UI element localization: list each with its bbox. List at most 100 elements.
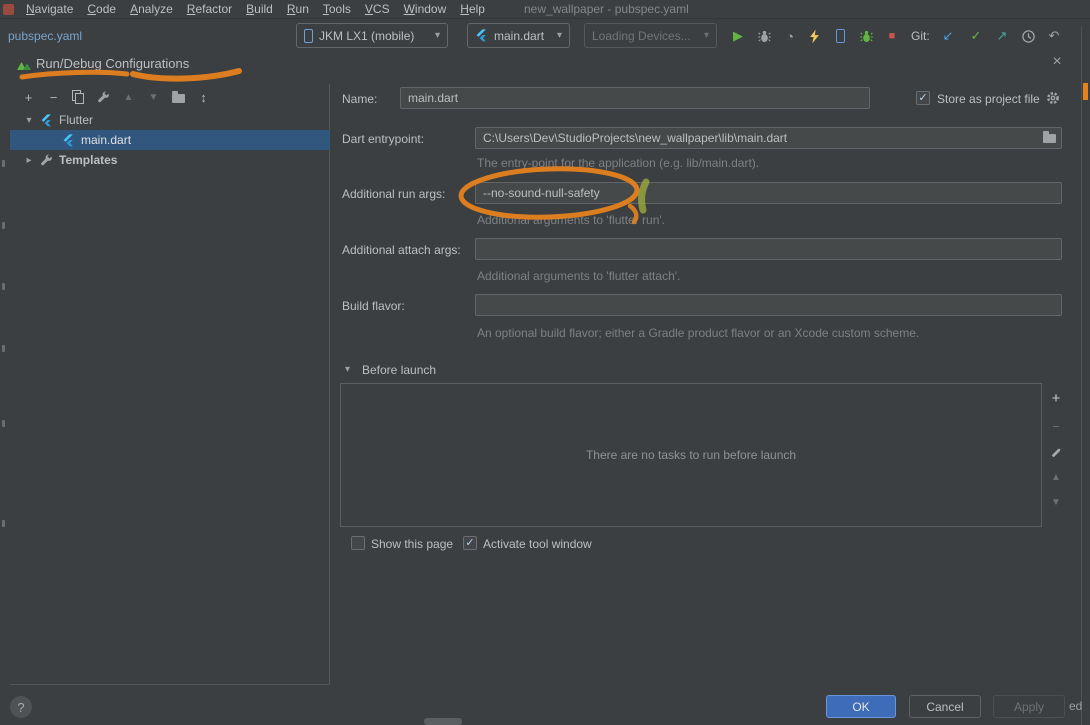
apply-button[interactable]: Apply: [993, 695, 1065, 718]
entrypoint-label: Dart entrypoint:: [342, 132, 425, 146]
run-button[interactable]: ▶: [728, 26, 748, 46]
run-args-label: Additional run args:: [342, 187, 446, 201]
folder-icon: [1042, 130, 1056, 143]
menu-navigate[interactable]: Navigate: [19, 1, 80, 17]
git-commit-button[interactable]: ✓: [966, 26, 986, 46]
menu-help[interactable]: Help: [453, 1, 492, 17]
move-task-up-button[interactable]: ▲: [1047, 468, 1065, 486]
create-folder-button[interactable]: [172, 91, 185, 103]
device-tools-button[interactable]: [830, 26, 850, 46]
menu-run[interactable]: Run: [280, 1, 316, 17]
tree-item-main-dart[interactable]: main.dart: [10, 130, 330, 150]
phone-icon: [835, 29, 845, 43]
tree-item-label: Templates: [59, 153, 118, 167]
edit-task-button[interactable]: [1047, 443, 1065, 461]
run-args-input[interactable]: [475, 182, 1062, 204]
chevron-down-icon: ▾: [703, 30, 709, 41]
devices-selector-value: Loading Devices...: [592, 28, 691, 43]
bug-icon: [757, 30, 771, 42]
menu-code[interactable]: Code: [80, 1, 123, 17]
entrypoint-help: The entry-point for the application (e.g…: [477, 156, 760, 170]
dialog-title: Run/Debug Configurations: [36, 56, 190, 71]
wrench-icon: [41, 153, 52, 165]
menu-vcs[interactable]: VCS: [358, 1, 397, 17]
window-icon: [3, 3, 14, 15]
before-launch-label[interactable]: Before launch: [362, 363, 436, 377]
move-task-down-button[interactable]: ▼: [1047, 493, 1065, 511]
devices-selector[interactable]: Loading Devices... ▾: [584, 23, 717, 48]
before-launch-task-list[interactable]: There are no tasks to run before launch: [340, 383, 1042, 527]
stop-button[interactable]: ■: [882, 26, 902, 46]
menu-refactor[interactable]: Refactor: [180, 1, 239, 17]
browse-folder-button[interactable]: [1041, 130, 1057, 145]
device-selector-value: JKM LX1 (mobile): [319, 28, 415, 43]
chevron-down-icon: ▾: [556, 30, 562, 41]
name-input[interactable]: [400, 87, 870, 109]
chevron-down-icon[interactable]: ▾: [345, 364, 350, 375]
left-tool-stripe-mark: [2, 345, 5, 352]
horizontal-scrollbar-thumb[interactable]: [424, 718, 462, 725]
bug-icon: [859, 30, 873, 42]
move-down-button[interactable]: ▼: [147, 92, 160, 103]
tree-toolbar: + − ▲ ▼ ↕: [22, 88, 210, 106]
run-config-selector[interactable]: main.dart ▾: [467, 23, 570, 48]
build-flavor-input[interactable]: [475, 294, 1062, 316]
breadcrumb[interactable]: pubspec.yaml: [8, 29, 82, 43]
flutter-icon: [476, 29, 486, 42]
menu-window[interactable]: Window: [397, 1, 454, 17]
pencil-icon: [1051, 447, 1061, 457]
flutter-icon: [41, 113, 51, 126]
menu-build[interactable]: Build: [239, 1, 280, 17]
store-as-project-file-checkbox[interactable]: ✓: [916, 91, 930, 105]
activate-tool-window-checkbox[interactable]: ✓: [463, 536, 477, 550]
show-this-page-checkbox[interactable]: [351, 536, 365, 550]
cancel-button[interactable]: Cancel: [909, 695, 981, 718]
git-push-button[interactable]: ↗: [992, 26, 1012, 46]
tree-item-templates[interactable]: ▸ Templates: [10, 150, 330, 170]
menu-tools[interactable]: Tools: [316, 1, 358, 17]
add-configuration-button[interactable]: +: [22, 90, 35, 105]
left-tool-stripe-mark: [2, 283, 5, 290]
profile-button[interactable]: ◔: [780, 26, 800, 46]
attach-debugger-button[interactable]: [856, 26, 876, 46]
edit-templates-button[interactable]: [97, 90, 110, 104]
copy-configuration-button[interactable]: [72, 90, 85, 104]
annotation-underline-2: [130, 68, 242, 82]
annotation-underline-1: [19, 69, 130, 80]
chevron-right-icon: ▸: [26, 154, 32, 166]
ide-window: Navigate Code Analyze Refactor Build Run…: [0, 0, 1090, 725]
add-task-button[interactable]: +: [1047, 389, 1065, 407]
tree-group-flutter[interactable]: ▾ Flutter: [10, 110, 330, 130]
activate-tool-window-label: Activate tool window: [483, 537, 592, 551]
main-toolbar: pubspec.yaml JKM LX1 (mobile) ▾ main.dar…: [0, 19, 1090, 52]
run-args-help: Additional arguments to 'flutter run'.: [477, 213, 666, 227]
right-tool-stripe: [1081, 26, 1090, 725]
git-rollback-button[interactable]: ↶: [1044, 26, 1064, 46]
git-update-button[interactable]: ↙: [938, 26, 958, 46]
help-button[interactable]: ?: [10, 696, 32, 718]
flutter-icon: [63, 133, 73, 146]
folder-icon: [172, 91, 185, 103]
close-icon[interactable]: ×: [1048, 53, 1066, 71]
git-history-button[interactable]: [1018, 26, 1038, 46]
hot-reload-button[interactable]: [804, 26, 824, 46]
sort-configurations-button[interactable]: ↕: [197, 90, 210, 105]
tree-item-label: main.dart: [81, 133, 132, 147]
debug-button[interactable]: [754, 26, 774, 46]
phone-icon: [304, 28, 313, 43]
remove-task-button[interactable]: −: [1047, 417, 1065, 435]
remove-configuration-button[interactable]: −: [47, 90, 60, 105]
ok-button[interactable]: OK: [826, 695, 896, 718]
tree-group-label: Flutter: [59, 113, 94, 127]
left-tool-stripe-mark: [2, 160, 5, 167]
before-launch-empty-text: There are no tasks to run before launch: [585, 448, 797, 462]
menu-analyze[interactable]: Analyze: [123, 1, 180, 17]
check-icon: ✓: [918, 91, 928, 104]
gear-icon[interactable]: [1046, 91, 1060, 105]
attach-args-input[interactable]: [475, 238, 1062, 260]
configurations-tree-panel: + − ▲ ▼ ↕ ▾ Flutter main.dart ▸ Template…: [10, 84, 330, 685]
check-icon: ✓: [465, 536, 475, 549]
device-selector[interactable]: JKM LX1 (mobile) ▾: [296, 23, 448, 48]
move-up-button[interactable]: ▲: [122, 92, 135, 103]
entrypoint-input[interactable]: [475, 127, 1062, 149]
